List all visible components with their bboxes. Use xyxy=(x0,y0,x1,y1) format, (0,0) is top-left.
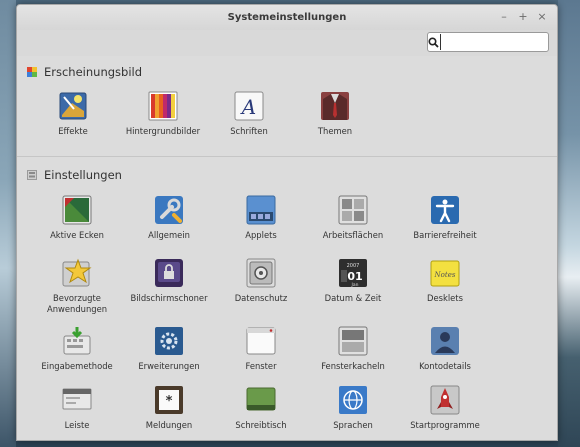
search-icon xyxy=(428,36,439,48)
toolbar xyxy=(17,30,557,56)
window-controls: – + × xyxy=(499,10,547,24)
date-icon-year: 2007 xyxy=(347,263,360,269)
settings-item-hintergrundbilder[interactable]: Hintergrundbilder xyxy=(117,91,209,137)
settings-item-erweiterungen[interactable]: Erweiterungen xyxy=(123,326,215,372)
fonts-icon: A xyxy=(234,91,264,121)
themes-icon xyxy=(321,92,349,120)
settings-item-bevorzugte-anwendungen[interactable]: Bevorzugte Anwendungen xyxy=(31,258,123,315)
item-label: Schriften xyxy=(230,126,268,136)
item-label: Schreibtisch xyxy=(235,420,287,430)
date-time-icon: 2007 01 Jan xyxy=(339,259,367,288)
item-label: Desklets xyxy=(427,293,463,303)
settings-item-desklets[interactable]: Notes Desklets xyxy=(399,258,491,304)
desktop-background-left xyxy=(0,0,16,447)
settings-item-fensterkacheln[interactable]: Fensterkacheln xyxy=(307,326,399,372)
item-label: Aktive Ecken xyxy=(50,230,104,240)
item-label: Datum & Zeit xyxy=(324,293,382,303)
item-label: Arbeitsflächen xyxy=(322,230,384,240)
date-icon-month: Jan xyxy=(351,282,359,288)
settings-item-schriften[interactable]: A Schriften xyxy=(203,91,295,137)
settings-item-startprogramme[interactable]: Startprogramme xyxy=(399,385,491,431)
section-divider xyxy=(17,156,557,157)
hot-corners-icon xyxy=(62,195,92,225)
window-title: Systemeinstellungen xyxy=(227,12,347,23)
item-label: Datenschutz xyxy=(234,293,288,303)
section-header-preferences: Einstellungen xyxy=(17,163,122,187)
settings-item-schreibtisch[interactable]: Schreibtisch xyxy=(215,385,307,431)
input-method-icon xyxy=(63,327,91,355)
window-tiling-icon xyxy=(338,326,368,356)
settings-item-datenschutz[interactable]: Datenschutz xyxy=(215,258,307,304)
privacy-icon xyxy=(246,258,276,288)
settings-item-themen[interactable]: Themen xyxy=(289,91,381,137)
settings-item-sprachen[interactable]: Sprachen xyxy=(307,385,399,431)
settings-item-eingabemethode[interactable]: Eingabemethode xyxy=(31,326,123,372)
settings-item-meldungen[interactable]: * Meldungen xyxy=(123,385,215,431)
settings-item-leiste[interactable]: Leiste xyxy=(31,385,123,431)
item-label: Allgemein xyxy=(148,230,190,240)
backgrounds-icon xyxy=(148,91,178,121)
effects-icon xyxy=(59,92,87,120)
settings-item-applets[interactable]: Applets xyxy=(215,195,307,241)
account-details-icon xyxy=(431,327,459,355)
minimize-button[interactable]: – xyxy=(499,10,509,24)
languages-icon xyxy=(339,386,367,414)
settings-item-arbeitsflaechen[interactable]: Arbeitsflächen xyxy=(307,195,399,241)
preferred-apps-icon xyxy=(62,258,92,287)
startup-apps-icon xyxy=(430,385,460,415)
section-title: Erscheinungsbild xyxy=(44,65,143,79)
panel-icon xyxy=(62,388,92,410)
item-label: Barrierefreiheit xyxy=(413,230,477,240)
item-label: Applets xyxy=(245,230,277,240)
appearance-section-icon xyxy=(27,67,37,77)
desklets-icon-text: Notes xyxy=(434,271,456,279)
item-label: Fensterkacheln xyxy=(321,361,385,371)
item-label: Sprachen xyxy=(333,420,373,430)
accessibility-icon xyxy=(431,196,459,224)
notifications-icon: * xyxy=(155,386,183,414)
preferences-section-icon xyxy=(27,170,37,180)
item-label: Themen xyxy=(317,126,353,136)
settings-item-allgemein[interactable]: Allgemein xyxy=(123,195,215,241)
settings-item-fenster[interactable]: Fenster xyxy=(215,326,307,372)
settings-item-aktive-ecken[interactable]: Aktive Ecken xyxy=(31,195,123,241)
settings-item-effekte[interactable]: Effekte xyxy=(27,91,119,137)
settings-window: Systemeinstellungen – + × Erscheinungsbi… xyxy=(16,4,558,441)
desktop-icon xyxy=(246,387,276,411)
item-label: Startprogramme xyxy=(410,420,480,430)
settings-item-bildschirmschoner[interactable]: Bildschirmschoner xyxy=(123,258,215,304)
settings-item-kontodetails[interactable]: Kontodetails xyxy=(399,326,491,372)
general-icon xyxy=(155,196,183,224)
settings-item-datum-zeit[interactable]: 2007 01 Jan Datum & Zeit xyxy=(307,258,399,304)
item-label: Hintergrundbilder xyxy=(125,126,201,136)
maximize-button[interactable]: + xyxy=(518,10,528,24)
applets-icon xyxy=(246,195,276,225)
item-label: Meldungen xyxy=(145,420,193,430)
date-icon-day: 01 xyxy=(347,270,362,283)
search-input[interactable] xyxy=(440,34,557,50)
extensions-icon xyxy=(155,327,183,355)
item-label: Effekte xyxy=(58,126,88,136)
svg-text:*: * xyxy=(166,394,173,409)
desktop-background-right xyxy=(558,0,580,447)
workspaces-icon xyxy=(338,195,368,225)
item-label: Bildschirmschoner xyxy=(130,293,208,303)
settings-content: Erscheinungsbild Effekte Hintergrundbild… xyxy=(17,56,557,440)
windows-icon xyxy=(246,327,276,355)
item-label: Kontodetails xyxy=(419,361,471,371)
titlebar[interactable]: Systemeinstellungen – + × xyxy=(17,5,557,30)
item-label: Leiste xyxy=(64,420,90,430)
item-label: Erweiterungen xyxy=(138,361,200,371)
close-button[interactable]: × xyxy=(537,10,547,24)
search-box[interactable] xyxy=(427,32,557,52)
screensaver-icon xyxy=(155,259,183,287)
item-label: Bevorzugte Anwendungen xyxy=(46,293,108,314)
settings-item-barrierefreiheit[interactable]: Barrierefreiheit xyxy=(399,195,491,241)
desklets-icon: Notes xyxy=(430,260,460,287)
svg-text:A: A xyxy=(240,95,256,119)
item-label: Fenster xyxy=(245,361,277,371)
item-label: Eingabemethode xyxy=(41,361,113,371)
section-title: Einstellungen xyxy=(44,168,122,182)
section-header-appearance: Erscheinungsbild xyxy=(17,60,142,84)
